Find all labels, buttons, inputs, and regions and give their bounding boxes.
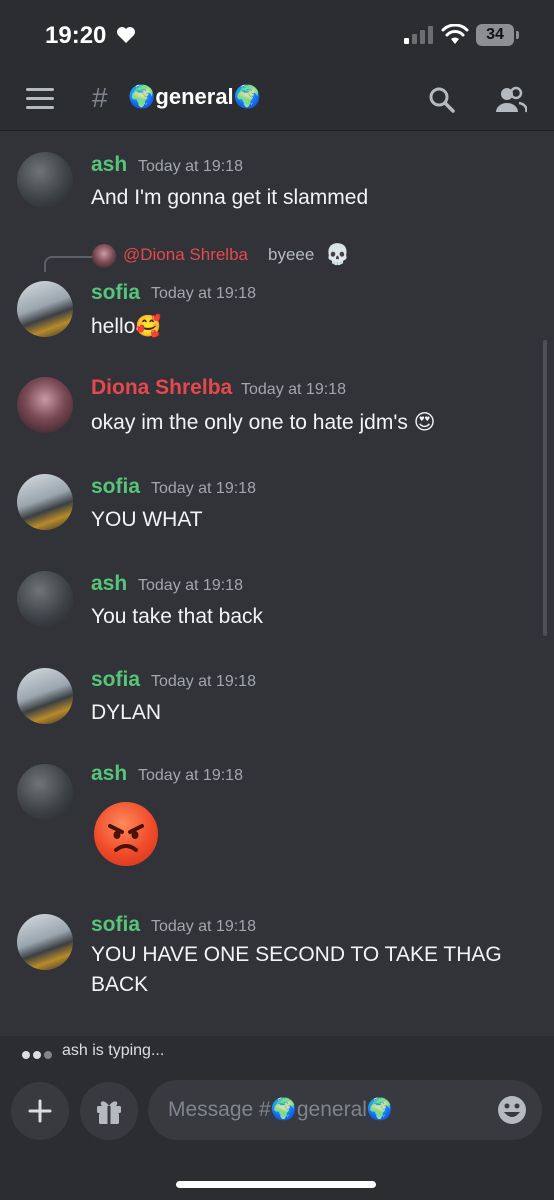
message-text-line1: YOU HAVE ONE SECOND TO TAKE THAG [91,943,502,966]
message-timestamp: Today at 19:18 [138,767,243,784]
home-indicator [176,1181,376,1188]
message-timestamp: Today at 19:18 [241,381,346,398]
message-text: okay im the only one to hate jdm's 😍 [91,411,436,434]
channel-header: # 🌍general🌍 [0,70,554,131]
hamburger-icon[interactable] [26,88,54,110]
typing-indicator: ash is typing... [0,1036,554,1068]
message-author[interactable]: ash [91,153,127,177]
message-author[interactable]: sofia [91,475,140,499]
message-input-placeholder: Message #🌍general🌍 [168,1098,394,1121]
battery-level: 34 [486,26,504,43]
add-attachment-button[interactable] [11,1082,69,1140]
message-author[interactable]: sofia [91,281,140,305]
avatar-sofia[interactable] [17,914,73,970]
message-composer: Message #🌍general🌍 [0,1068,554,1200]
typing-text: ash is typing... [62,1042,165,1059]
battery-icon: 34 [476,24,514,46]
channel-name-text: general [155,84,234,109]
avatar-ash[interactable] [17,571,73,627]
reply-mention[interactable]: @Diona Shrelba [123,245,248,265]
message-author[interactable]: ash [91,572,127,596]
status-time: 19:20 [45,22,107,49]
heart-icon [117,27,135,43]
avatar-ash[interactable] [17,764,73,820]
wifi-icon [441,24,469,44]
globe-emoji: 🌍 [128,84,156,109]
emoji-icon[interactable] [497,1095,527,1125]
signal-icon [404,26,433,44]
message-timestamp: Today at 19:18 [138,158,243,175]
message-input[interactable]: Message #🌍general🌍 [148,1080,542,1140]
reply-avatar [92,244,116,268]
status-bar: 19:20 34 [0,0,554,70]
message-text: YOU WHAT [91,508,203,531]
skull-icon: 💀 [325,244,350,266]
message-text: And I'm gonna get it slammed [91,186,369,209]
reply-connector [44,256,92,272]
plus-icon [28,1099,52,1123]
message-timestamp: Today at 19:18 [151,480,256,497]
avatar-sofia[interactable] [17,281,73,337]
search-icon[interactable] [428,86,456,114]
message-timestamp: Today at 19:18 [151,918,256,935]
message-text-line2: BACK [91,973,149,996]
message-text: hello🥰 [91,315,162,338]
message-timestamp: Today at 19:18 [138,577,243,594]
message-text: You take that back [91,605,264,628]
members-icon[interactable] [495,86,527,114]
reply-text[interactable]: byeee [268,245,314,265]
message-author[interactable]: ash [91,762,127,786]
typing-dots-icon [22,1046,55,1064]
channel-hash-icon: # [92,82,108,113]
message-author[interactable]: sofia [91,668,140,692]
message-author[interactable]: sofia [91,913,140,937]
message-author[interactable]: Diona Shrelba [91,376,232,400]
message-timestamp: Today at 19:18 [151,285,256,302]
gift-button[interactable] [80,1082,138,1140]
avatar-sofia[interactable] [17,668,73,724]
avatar-diona[interactable] [17,377,73,433]
globe-emoji-end: 🌍 [233,84,262,109]
scrollbar[interactable] [543,340,547,636]
angry-face-icon [94,802,158,866]
message-text: DYLAN [91,701,162,724]
message-timestamp: Today at 19:18 [151,673,256,690]
gift-icon [97,1101,121,1124]
channel-title[interactable]: 🌍general🌍 [128,84,261,110]
battery-tip [516,31,519,39]
avatar-ash[interactable] [17,152,73,208]
avatar-sofia[interactable] [17,474,73,530]
